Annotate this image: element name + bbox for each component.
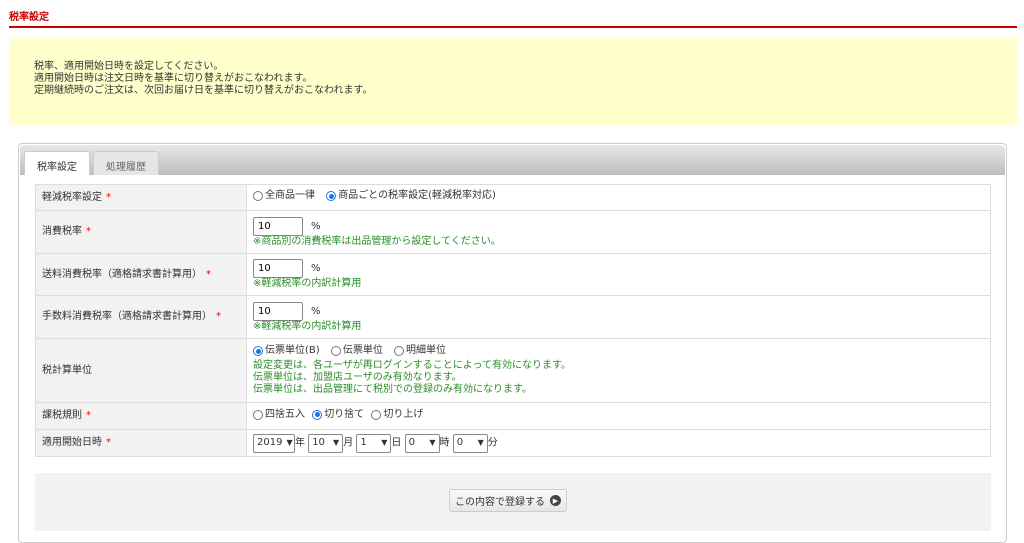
radio-icon: [330, 346, 341, 356]
row-start-date: 適用開始日時 * 2019 ▼ 年 10 ▼ 月 1 ▼ 日 0 ▼ 時 0 ▼ 分: [35, 429, 991, 457]
selected-value: 0: [408, 437, 415, 448]
radio-icon: [371, 409, 382, 420]
radio-label: 切り上げ: [383, 408, 424, 420]
required-mark: *: [106, 437, 111, 448]
radio-per-product[interactable]: 商品ごとの税率設定(軽減税率対応): [326, 190, 496, 202]
radio-label: 明細単位: [406, 345, 447, 356]
note: 伝票単位は、加盟店ユーザのみ有効なります。: [253, 372, 462, 383]
note: 設定変更は、各ユーザが再ログインすることによって有効になります。: [253, 360, 571, 371]
radio-ceil[interactable]: 切り上げ: [371, 409, 423, 421]
radio-icon: [394, 346, 405, 356]
radio-checked-icon: [253, 346, 263, 356]
radio-floor[interactable]: 切り捨て: [312, 409, 364, 421]
radio-checked-icon: [312, 409, 323, 420]
tab-bar: 税率設定 処理履歴: [20, 145, 1005, 175]
radio-icon: [253, 191, 263, 201]
required-mark: *: [86, 410, 91, 421]
label: 送料消費税率（適格請求書計算用）: [42, 268, 202, 280]
submit-label: この内容で登録する: [455, 497, 545, 508]
radio-line-item[interactable]: 明細単位: [394, 345, 446, 357]
row-calc-unit: 税計算単位 伝票単位(B) 伝票単位 明細単位 設定変更は、各ユーザが再ログイン…: [35, 338, 991, 403]
row-shipping-rate: 送料消費税率（適格請求書計算用） * % ※軽減税率の内訳計算用: [35, 253, 991, 296]
note: ※軽減税率の内訳計算用: [253, 278, 362, 289]
unit: 分: [487, 437, 498, 448]
settings-panel: 税率設定 処理履歴 軽減税率設定 * 全商品一律 商品ごとの税率設定(軽減税率対応…: [18, 143, 1007, 543]
notice-line: 税率、適用開始日時を設定してください。: [34, 61, 224, 72]
radio-label: 伝票単位(B): [265, 345, 320, 356]
row-rounding: 課税規則 * 四捨五入 切り捨て 切り上げ: [35, 402, 991, 430]
note: ※商品別の消費税率は出品管理から設定してください。: [253, 235, 501, 247]
label: 適用開始日時: [42, 437, 102, 448]
label: 税計算単位: [42, 364, 92, 376]
radio-uniform[interactable]: 全商品一律: [253, 190, 315, 202]
required-mark: *: [106, 191, 111, 203]
unit: %: [311, 263, 321, 274]
row-fee-rate: 手数料消費税率（適格請求書計算用） * % ※軽減税率の内訳計算用: [35, 295, 991, 339]
note: 伝票単位は、出品管理にて税別での登録のみ有効になります。: [253, 384, 532, 395]
note: ※軽減税率の内訳計算用: [253, 320, 362, 332]
tax-rate-input[interactable]: [253, 216, 303, 236]
year-select[interactable]: 2019 ▼: [253, 433, 295, 453]
radio-label: 全商品一律: [265, 190, 315, 201]
unit: 年: [295, 437, 305, 448]
minute-select[interactable]: 0 ▼: [452, 433, 488, 453]
radio-icon: [253, 409, 263, 420]
unit: 日: [391, 437, 402, 448]
required-mark: *: [216, 311, 221, 322]
label: 軽減税率設定: [42, 191, 102, 203]
unit: 月: [343, 437, 354, 448]
tab-tax-settings[interactable]: 税率設定: [24, 151, 90, 175]
radio-round[interactable]: 四捨五入: [253, 409, 305, 421]
radio-slip[interactable]: 伝票単位: [330, 345, 383, 357]
title-divider: [9, 26, 1017, 28]
fee-rate-input[interactable]: [253, 301, 303, 321]
unit: 時: [439, 437, 450, 448]
radio-checked-icon: [326, 191, 337, 201]
hour-select[interactable]: 0 ▼: [404, 433, 440, 453]
page-title: 税率設定: [9, 12, 49, 23]
submit-button[interactable]: この内容で登録する ▶: [449, 489, 567, 512]
settings-form: 軽減税率設定 * 全商品一律 商品ごとの税率設定(軽減税率対応) 消費税率 * % ※…: [35, 184, 991, 457]
label: 課税規則: [42, 410, 82, 421]
tab-history[interactable]: 処理履歴: [93, 151, 159, 175]
chevron-down-icon: ▼: [381, 438, 388, 447]
chevron-down-icon: ▼: [333, 438, 340, 447]
selected-value: 1: [360, 437, 367, 448]
month-select[interactable]: 10 ▼: [308, 433, 344, 453]
day-select[interactable]: 1 ▼: [356, 433, 392, 453]
radio-label: 伝票単位: [342, 345, 383, 356]
row-tax-rate: 消費税率 * % ※商品別の消費税率は出品管理から設定してください。: [35, 210, 991, 254]
selected-value: 0: [456, 437, 464, 448]
label: 消費税率: [42, 226, 82, 237]
label: 手数料消費税率（適格請求書計算用）: [42, 311, 212, 322]
radio-label: 商品ごとの税率設定(軽減税率対応): [338, 190, 496, 201]
shipping-rate-input[interactable]: [253, 259, 303, 278]
notice-box: 税率、適用開始日時を設定してください。 適用開始日時は注文日時を基準に切り替えが…: [9, 37, 1017, 125]
radio-label: 四捨五入: [265, 408, 305, 420]
required-mark: *: [86, 226, 91, 237]
form-footer: この内容で登録する ▶: [35, 473, 991, 531]
arrow-right-icon: ▶: [550, 495, 561, 506]
chevron-down-icon: ▼: [429, 438, 436, 447]
required-mark: *: [206, 268, 211, 280]
chevron-down-icon: ▼: [477, 438, 484, 447]
selected-value: 2019: [257, 437, 283, 448]
unit: %: [311, 305, 321, 317]
radio-slip-b[interactable]: 伝票単位(B): [253, 345, 320, 357]
row-reduced-rate: 軽減税率設定 * 全商品一律 商品ごとの税率設定(軽減税率対応): [35, 184, 991, 211]
selected-value: 10: [312, 437, 325, 448]
radio-label: 切り捨て: [324, 408, 365, 420]
notice-line: 定期継続時のご注文は、次回お届け日を基準に切り替えがおこなわれます。: [34, 85, 373, 96]
notice-line: 適用開始日時は注文日時を基準に切り替えがおこなわれます。: [34, 73, 313, 84]
chevron-down-icon: ▼: [286, 438, 293, 447]
unit: %: [311, 220, 321, 232]
